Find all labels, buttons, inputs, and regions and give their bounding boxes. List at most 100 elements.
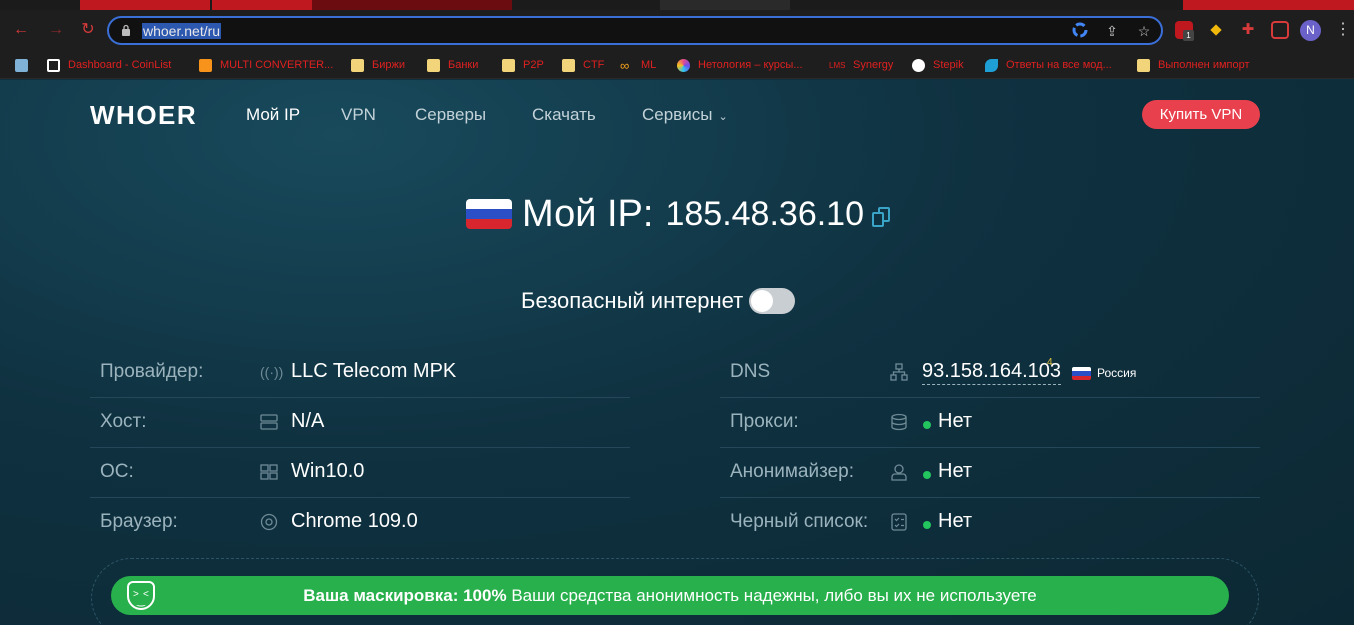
browser-tab[interactable] bbox=[660, 0, 790, 10]
dns-value[interactable]: 93.158.164.103 bbox=[922, 360, 1062, 385]
apps-icon[interactable] bbox=[15, 56, 28, 74]
safe-internet-toggle[interactable] bbox=[749, 288, 796, 314]
bookmark-item[interactable]: Ответы на все мод... bbox=[985, 56, 1112, 74]
proxy-value: Нет bbox=[938, 410, 973, 432]
forward-arrow-icon[interactable]: → bbox=[46, 20, 66, 40]
bookmark-item[interactable]: CTF bbox=[562, 56, 604, 74]
dns-count: 4 bbox=[1047, 357, 1053, 368]
netology-icon bbox=[677, 58, 690, 72]
binance-extension-icon[interactable] bbox=[1207, 21, 1225, 39]
bookmark-star-icon[interactable]: ☆ bbox=[1135, 22, 1153, 40]
url-text[interactable]: whoer.net/ru bbox=[142, 23, 222, 39]
safe-internet-label: Безопасный интернет bbox=[521, 288, 744, 313]
host-value: N/A bbox=[291, 410, 325, 432]
bookmark-label: P2P bbox=[523, 59, 544, 71]
bookmark-item[interactable]: Нетология – курсы... bbox=[677, 56, 803, 74]
folder-icon bbox=[351, 58, 364, 72]
bookmark-label: Биржи bbox=[372, 59, 405, 71]
bookmark-item[interactable]: ∞ ML bbox=[620, 56, 656, 74]
provider-label: Провайдер: bbox=[100, 361, 204, 382]
side-panel-icon[interactable] bbox=[1271, 21, 1289, 39]
russia-flag-icon bbox=[1072, 367, 1091, 380]
info-row-provider: Провайдер: ((·)) LLC Telecom MPK bbox=[90, 348, 630, 398]
buy-vpn-button[interactable]: Купить VPN bbox=[1142, 100, 1260, 129]
browser-tab[interactable] bbox=[80, 0, 210, 10]
broadcast-icon: ((·)) bbox=[260, 364, 284, 380]
windows-icon bbox=[260, 463, 278, 481]
address-bar[interactable]: whoer.net/ru ⇪ ☆ bbox=[107, 16, 1163, 45]
bookmark-label: Банки bbox=[448, 59, 479, 71]
host-label: Хост: bbox=[100, 411, 147, 432]
os-value: Win10.0 bbox=[291, 460, 365, 482]
extensions-puzzle-icon[interactable]: ✚ bbox=[1239, 21, 1257, 39]
bookmark-item[interactable]: Банки bbox=[427, 56, 478, 74]
folder-icon bbox=[562, 58, 575, 72]
browser-tab-active[interactable] bbox=[312, 0, 512, 10]
bookmark-item[interactable]: LMS Synergy bbox=[829, 56, 893, 74]
browser-tab[interactable] bbox=[212, 0, 312, 10]
nav-my-ip[interactable]: Мой IP bbox=[246, 105, 300, 125]
nav-servers[interactable]: Серверы bbox=[415, 105, 486, 125]
lms-icon: LMS bbox=[829, 60, 846, 70]
share-icon[interactable]: ⇪ bbox=[1103, 22, 1121, 40]
bookmark-item[interactable]: Stepik bbox=[912, 56, 964, 74]
provider-value: LLC Telecom MPK bbox=[291, 360, 457, 382]
browser-tab[interactable] bbox=[1183, 0, 1354, 10]
info-row-dns: DNS 93.158.164.103 4 Россия bbox=[720, 348, 1260, 398]
browser-label: Браузер: bbox=[100, 511, 178, 532]
google-icon[interactable] bbox=[1071, 22, 1089, 40]
folder-icon bbox=[427, 58, 440, 72]
adblock-extension-icon[interactable]: 1 bbox=[1175, 21, 1194, 41]
bookmark-item[interactable]: P2P bbox=[502, 56, 544, 74]
back-arrow-icon[interactable]: ← bbox=[11, 20, 31, 40]
os-label: ОС: bbox=[100, 461, 134, 482]
bookmark-item[interactable]: Биржи bbox=[351, 56, 405, 74]
lock-icon[interactable] bbox=[121, 24, 131, 36]
folder-icon bbox=[502, 58, 515, 72]
server-icon bbox=[260, 413, 278, 431]
profile-avatar[interactable]: N bbox=[1300, 20, 1321, 41]
status-dot bbox=[923, 421, 931, 429]
bookmark-item[interactable]: MULTI CONVERTER... bbox=[199, 56, 333, 74]
nav-services[interactable]: Сервисы ⌄ bbox=[642, 105, 728, 125]
bookmark-label: CTF bbox=[583, 59, 605, 71]
browser-toolbar: ← → ↻ whoer.net/ru ⇪ ☆ 1 ✚ N ⋮ bbox=[0, 10, 1354, 50]
adblock-badge: 1 bbox=[1183, 30, 1194, 41]
mask-text: Ваша маскировка: 100% Ваши средства анон… bbox=[111, 586, 1229, 606]
status-dot bbox=[923, 471, 931, 479]
infinity-icon: ∞ bbox=[620, 57, 630, 73]
info-row-browser: Браузер: Chrome 109.0 bbox=[90, 498, 630, 548]
my-ip-label: Мой IP: bbox=[522, 192, 654, 235]
incognito-icon bbox=[890, 463, 908, 481]
bookmark-label: Dashboard - CoinList bbox=[68, 59, 172, 71]
dns-label: DNS bbox=[730, 361, 771, 382]
my-ip-heading: Мой IP: 185.48.36.10 bbox=[466, 190, 892, 238]
database-icon bbox=[890, 413, 908, 431]
my-ip-value[interactable]: 185.48.36.10 bbox=[665, 195, 864, 234]
bookmark-label: Нетология – курсы... bbox=[698, 59, 803, 71]
copy-icon[interactable] bbox=[872, 207, 892, 229]
browser-value: Chrome 109.0 bbox=[291, 510, 418, 532]
mask-description: Ваши средства анонимность надежны, либо … bbox=[506, 586, 1037, 605]
nav-download[interactable]: Скачать bbox=[532, 105, 596, 125]
dns-country: Россия bbox=[1097, 366, 1137, 380]
reload-icon[interactable]: ↻ bbox=[78, 20, 98, 40]
nav-vpn[interactable]: VPN bbox=[341, 105, 376, 125]
bookmark-label: Выполнен импорт bbox=[1158, 59, 1250, 71]
bookmark-label: Stepik bbox=[933, 59, 964, 71]
bookmark-item[interactable]: Выполнен импорт bbox=[1137, 56, 1250, 74]
whoer-logo[interactable]: WHOER bbox=[90, 100, 197, 131]
info-row-anonymizer: Анонимайзер: Нет bbox=[720, 448, 1260, 498]
bookmark-label: MULTI CONVERTER... bbox=[220, 59, 334, 71]
russia-flag-icon bbox=[466, 199, 512, 229]
checklist-icon bbox=[890, 513, 908, 531]
browser-menu-icon[interactable]: ⋮ bbox=[1335, 20, 1351, 40]
bookmark-label: ML bbox=[641, 59, 657, 71]
nav-services-label: Сервисы bbox=[642, 105, 713, 124]
status-dot bbox=[923, 521, 931, 529]
bookmark-item[interactable]: Dashboard - CoinList bbox=[47, 56, 171, 74]
chrome-icon bbox=[260, 513, 278, 531]
page-content: WHOER Мой IP VPN Серверы Скачать Сервисы… bbox=[0, 80, 1354, 625]
folder-icon bbox=[1137, 58, 1150, 72]
leaf-icon bbox=[985, 58, 998, 72]
